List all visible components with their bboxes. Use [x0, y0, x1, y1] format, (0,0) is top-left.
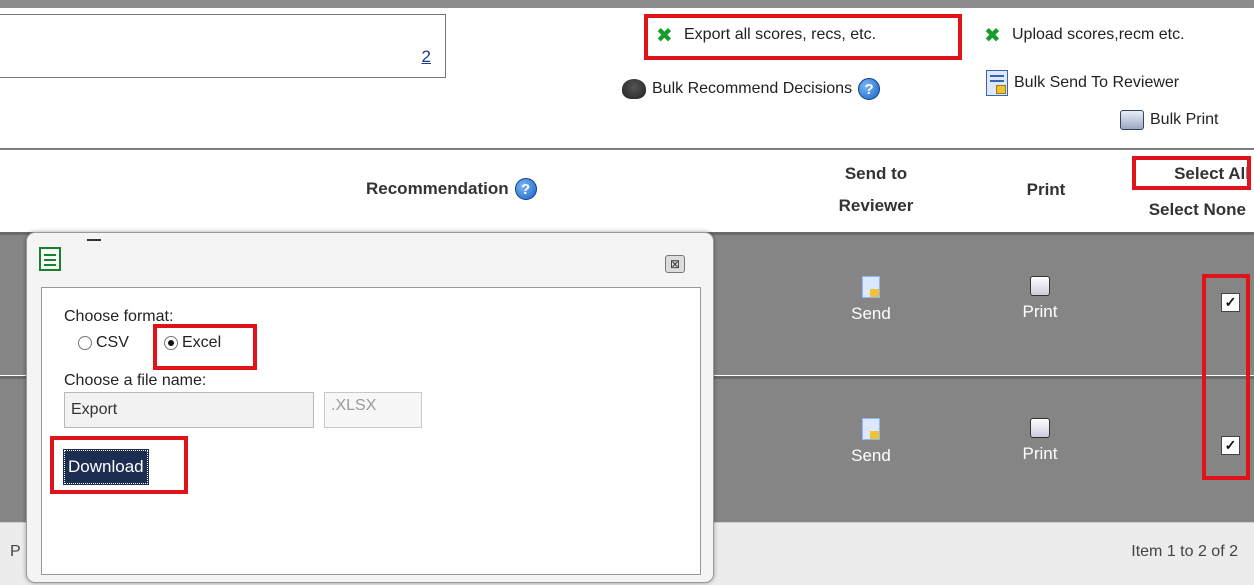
extension-field: .XLSX	[324, 392, 422, 428]
close-icon[interactable]: ⊠	[665, 255, 685, 273]
bulk-send-action[interactable]: Bulk Send To Reviewer	[986, 70, 1179, 96]
bulk-print-action[interactable]: Bulk Print	[1120, 110, 1218, 130]
bulk-recommend-label[interactable]: Bulk Recommend Decisions	[652, 80, 852, 98]
upload-scores-label[interactable]: Upload scores,recm etc.	[1012, 26, 1185, 44]
excel-icon: ✖	[656, 23, 673, 47]
choose-filename-label: Choose a file name:	[64, 372, 207, 389]
send-label[interactable]: Send	[851, 304, 891, 324]
printer-icon	[1030, 276, 1050, 296]
window-icon	[39, 247, 61, 271]
choose-format-label: Choose format:	[64, 308, 174, 325]
export-dialog: ⊠ Choose format: CSV Excel Choose a file…	[26, 232, 714, 583]
recommendation-header-label: Recommendation	[366, 179, 509, 198]
excel-icon: ✖	[984, 23, 1001, 47]
reviewer-label: Reviewer	[838, 196, 914, 215]
row-checkbox[interactable]: ✓	[1221, 293, 1240, 312]
footer-prefix: P	[10, 543, 21, 560]
send-label[interactable]: Send	[851, 446, 891, 466]
send-doc-icon	[986, 70, 1008, 96]
upload-scores-action[interactable]: ✖ Upload scores,recm etc.	[984, 23, 1185, 47]
print-label[interactable]: Print	[1023, 302, 1058, 322]
recommendation-header: Recommendation ?	[366, 178, 537, 200]
row-checkbox[interactable]: ✓	[1221, 436, 1240, 455]
dialog-title	[87, 239, 101, 241]
page-link-2[interactable]: 2	[422, 47, 431, 67]
excel-radio[interactable]	[164, 336, 178, 350]
printer-icon	[1120, 110, 1144, 130]
select-none-link[interactable]: Select None	[1110, 200, 1246, 220]
help-icon[interactable]: ?	[514, 178, 537, 200]
select-all-link[interactable]: Select All	[1140, 164, 1250, 184]
bulk-send-label[interactable]: Bulk Send To Reviewer	[1014, 74, 1179, 92]
printer-icon	[1030, 418, 1050, 438]
excel-radio-option[interactable]: Excel	[164, 334, 221, 352]
export-all-action[interactable]: ✖ Export all scores, recs, etc.	[656, 23, 876, 47]
filename-input[interactable]	[64, 392, 314, 428]
bulk-print-label[interactable]: Bulk Print	[1150, 111, 1218, 129]
csv-radio-option[interactable]: CSV	[78, 334, 129, 352]
print-button[interactable]: Print	[1005, 418, 1075, 464]
bulk-recommend-action[interactable]: Bulk Recommend Decisions ?	[622, 78, 881, 100]
send-to-label: Send to	[844, 164, 908, 183]
print-label[interactable]: Print	[1023, 444, 1058, 464]
top-border	[0, 0, 1254, 8]
send-to-reviewer-header: Send to Reviewer	[826, 164, 926, 216]
excel-label[interactable]: Excel	[182, 334, 221, 352]
export-all-label[interactable]: Export all scores, recs, etc.	[684, 26, 876, 44]
csv-label[interactable]: CSV	[96, 334, 129, 352]
send-doc-icon	[862, 276, 880, 298]
download-button[interactable]: Download	[63, 449, 149, 485]
csv-radio[interactable]	[78, 336, 92, 350]
help-icon[interactable]: ?	[858, 78, 881, 100]
top-pager-box: 2	[0, 14, 446, 78]
gear-eye-icon	[622, 79, 646, 99]
dialog-body: Choose format: CSV Excel Choose a file n…	[41, 287, 701, 575]
send-button[interactable]: Send	[836, 276, 906, 324]
print-button[interactable]: Print	[1005, 276, 1075, 322]
item-count-text: Item 1 to 2 of 2	[1131, 543, 1238, 560]
header-divider	[0, 148, 1254, 150]
send-button[interactable]: Send	[836, 418, 906, 466]
send-doc-icon	[862, 418, 880, 440]
print-header: Print	[1026, 180, 1066, 199]
